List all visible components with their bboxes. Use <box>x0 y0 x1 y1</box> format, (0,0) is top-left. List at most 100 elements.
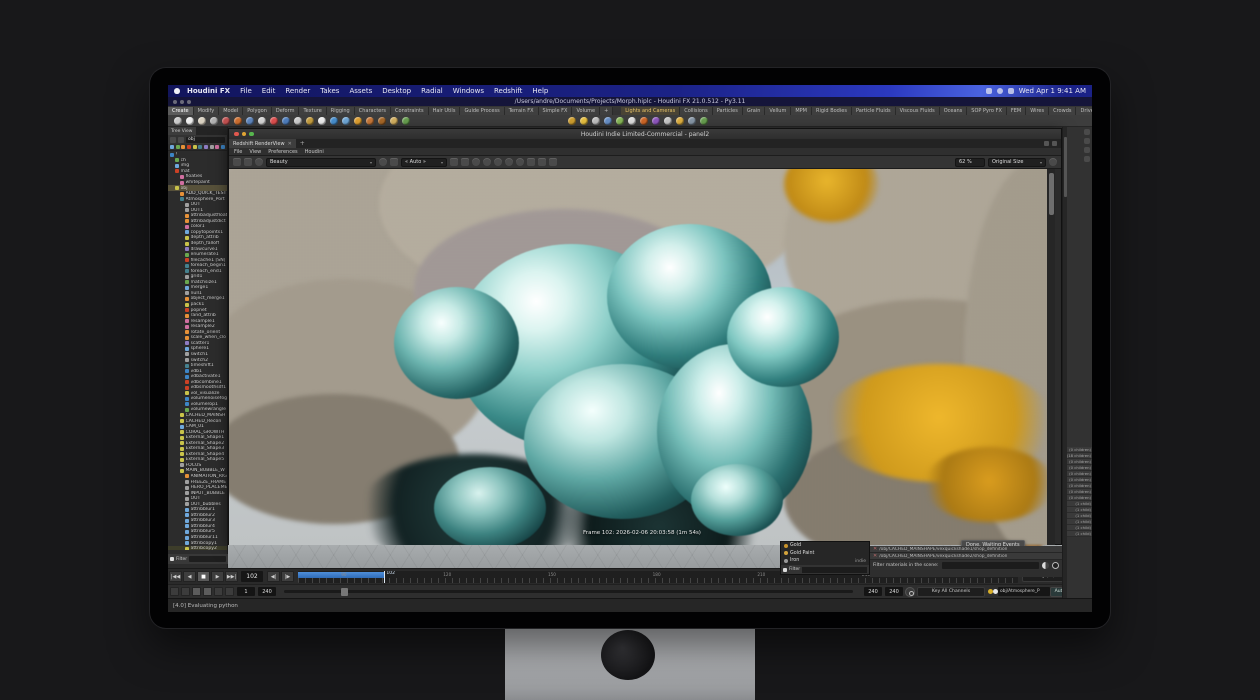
shelf-tab-terrain-fx[interactable]: Terrain FX <box>505 107 539 115</box>
shelf-tab--[interactable]: + <box>600 107 613 115</box>
search-icon[interactable] <box>997 88 1003 94</box>
apple-logo-icon[interactable] <box>174 88 180 94</box>
menu-help[interactable]: Help <box>527 87 553 95</box>
shelf-tool-icon[interactable] <box>640 117 648 125</box>
pane-controls[interactable] <box>1044 141 1061 146</box>
grid-icon[interactable] <box>461 158 469 166</box>
close-icon[interactable]: ✕ <box>873 553 877 559</box>
range-slider[interactable] <box>284 590 853 593</box>
shelf-tool-icon[interactable] <box>258 117 266 125</box>
tree-list[interactable]: /chimgmatfloatieswhitepaintobjADD_QUICK_… <box>168 151 227 550</box>
half-sphere-icon[interactable] <box>1042 562 1049 569</box>
target-icon[interactable] <box>483 158 491 166</box>
current-node-path-field[interactable]: obj/Atmosphere_P <box>998 587 1050 596</box>
shelf-tool-icon[interactable] <box>306 117 314 125</box>
crop-region-icon[interactable] <box>505 158 513 166</box>
shelf-tab-grain[interactable]: Grain <box>743 107 766 115</box>
render-start-icon[interactable] <box>233 158 241 166</box>
new-tab-icon[interactable]: + <box>296 140 309 147</box>
shelf-tab-fem[interactable]: FEM <box>1007 107 1026 115</box>
shelf-tab-particles[interactable]: Particles <box>713 107 743 115</box>
autokey-toggle-icon[interactable] <box>192 587 201 596</box>
render-menu-houdini[interactable]: Houdini <box>305 149 324 155</box>
shelf-tab-oceans[interactable]: Oceans <box>940 107 968 115</box>
shelf-tab-wires[interactable]: Wires <box>1026 107 1049 115</box>
material-item-gold[interactable]: Gold <box>781 542 869 550</box>
tree-filter-type-icon[interactable] <box>187 145 191 150</box>
shelf-tool-icon[interactable] <box>700 117 708 125</box>
shelf-tab-characters[interactable]: Characters <box>355 107 391 115</box>
render-image[interactable]: Frame 102: 2026-02-06 20:03:58 (1m 54s) <box>229 169 1055 546</box>
zoom-window-icon[interactable] <box>249 132 254 137</box>
shelf-tool-icon[interactable] <box>282 117 290 125</box>
render-menu-view[interactable]: View <box>249 149 261 155</box>
copy-icon[interactable] <box>549 158 557 166</box>
shelf-tab-create[interactable]: Create <box>168 107 194 115</box>
shop-definition-row[interactable]: ✕/obj/CACHED_MAINSHAPE/vexquickshade2/sh… <box>870 553 1062 560</box>
shelf-tab-deform[interactable]: Deform <box>272 107 300 115</box>
shelf-tool-icon[interactable] <box>198 117 206 125</box>
shelf-tool-icon[interactable] <box>592 117 600 125</box>
sim-toggle-icon[interactable] <box>203 587 212 596</box>
lock-icon[interactable] <box>450 158 458 166</box>
clock-icon[interactable] <box>472 158 480 166</box>
shelf-tool-icon[interactable] <box>628 117 636 125</box>
material-item-gold-paint[interactable]: Gold Paint <box>781 550 869 558</box>
shelf-tab-rigid-bodies[interactable]: Rigid Bodies <box>812 107 852 115</box>
render-scrollbar[interactable] <box>1047 169 1055 546</box>
gear-icon[interactable] <box>1049 158 1057 166</box>
forward-icon[interactable] <box>178 137 184 143</box>
shelf-tab-particle-fluids[interactable]: Particle Fluids <box>852 107 896 115</box>
global-end-field-a[interactable]: 240 <box>864 587 882 596</box>
close-icon[interactable] <box>234 132 239 137</box>
global-end-field-b[interactable]: 240 <box>885 587 903 596</box>
range-slider-handle[interactable] <box>341 588 348 596</box>
key-all-channels-button[interactable]: Key All Channels <box>917 587 985 597</box>
render-stop-icon[interactable] <box>244 158 252 166</box>
menu-redshift[interactable]: Redshift <box>489 87 527 95</box>
shelf-tool-icon[interactable] <box>378 117 386 125</box>
shelf-tab-mpm[interactable]: MPM <box>791 107 812 115</box>
play-backward-button[interactable]: ◀ <box>183 571 196 582</box>
snapshot-icon[interactable] <box>527 158 535 166</box>
shelf-tab-polygon[interactable]: Polygon <box>243 107 272 115</box>
back-icon[interactable] <box>170 137 176 143</box>
shelf-tab-modify[interactable]: Modify <box>194 107 220 115</box>
stop-button[interactable]: ■ <box>197 571 210 582</box>
shelf-tool-icon[interactable] <box>270 117 278 125</box>
shelf-tool-icon[interactable] <box>210 117 218 125</box>
tree-filter-type-icon[interactable] <box>198 145 202 150</box>
shelf-tab-constraints[interactable]: Constraints <box>391 107 429 115</box>
aov-dropdown[interactable]: Beauty▾ <box>266 158 376 167</box>
realtime-toggle-icon[interactable] <box>170 587 179 596</box>
shelf-tab-texture[interactable]: Texture <box>299 107 326 115</box>
shelf-tool-icon[interactable] <box>330 117 338 125</box>
window-traffic-lights[interactable] <box>173 100 191 104</box>
tree-filter-type-icon[interactable] <box>176 145 180 150</box>
filter-checkbox[interactable] <box>783 568 787 572</box>
menu-windows[interactable]: Windows <box>448 87 489 95</box>
shelf-tool-icon[interactable] <box>234 117 242 125</box>
loop-toggle-icon[interactable] <box>214 587 223 596</box>
expand-icon[interactable] <box>516 158 524 166</box>
tree-filter-icons[interactable] <box>168 144 227 151</box>
shelf-tab-volume[interactable]: Volume <box>572 107 600 115</box>
render-window-titlebar[interactable]: Houdini Indie Limited-Commercial - panel… <box>229 129 1061 139</box>
zoom-level-field[interactable]: 62 % <box>955 158 985 167</box>
menu-desktop[interactable]: Desktop <box>377 87 416 95</box>
shelf-tab-lights-and-cameras[interactable]: Lights and Cameras <box>621 107 680 115</box>
shelf-tool-icon[interactable] <box>294 117 302 125</box>
shelf-tab-simple-fx[interactable]: Simple FX <box>539 107 573 115</box>
menu-radial[interactable]: Radial <box>416 87 448 95</box>
render-restart-icon[interactable] <box>255 158 263 166</box>
audio-toggle-icon[interactable] <box>181 587 190 596</box>
menu-file[interactable]: File <box>235 87 257 95</box>
shelf-tool-icon[interactable] <box>568 117 576 125</box>
filter-checkbox[interactable] <box>170 557 174 561</box>
shelf-tab-drive-simulation[interactable]: Drive Simulation <box>1076 107 1092 115</box>
control-center-icon[interactable] <box>1008 88 1014 94</box>
menu-takes[interactable]: Takes <box>315 87 344 95</box>
render-menu-file[interactable]: File <box>234 149 242 155</box>
tree-node-attribcopy2[interactable]: attribcopy2 <box>168 546 227 550</box>
tree-filter-type-icon[interactable] <box>204 145 208 150</box>
